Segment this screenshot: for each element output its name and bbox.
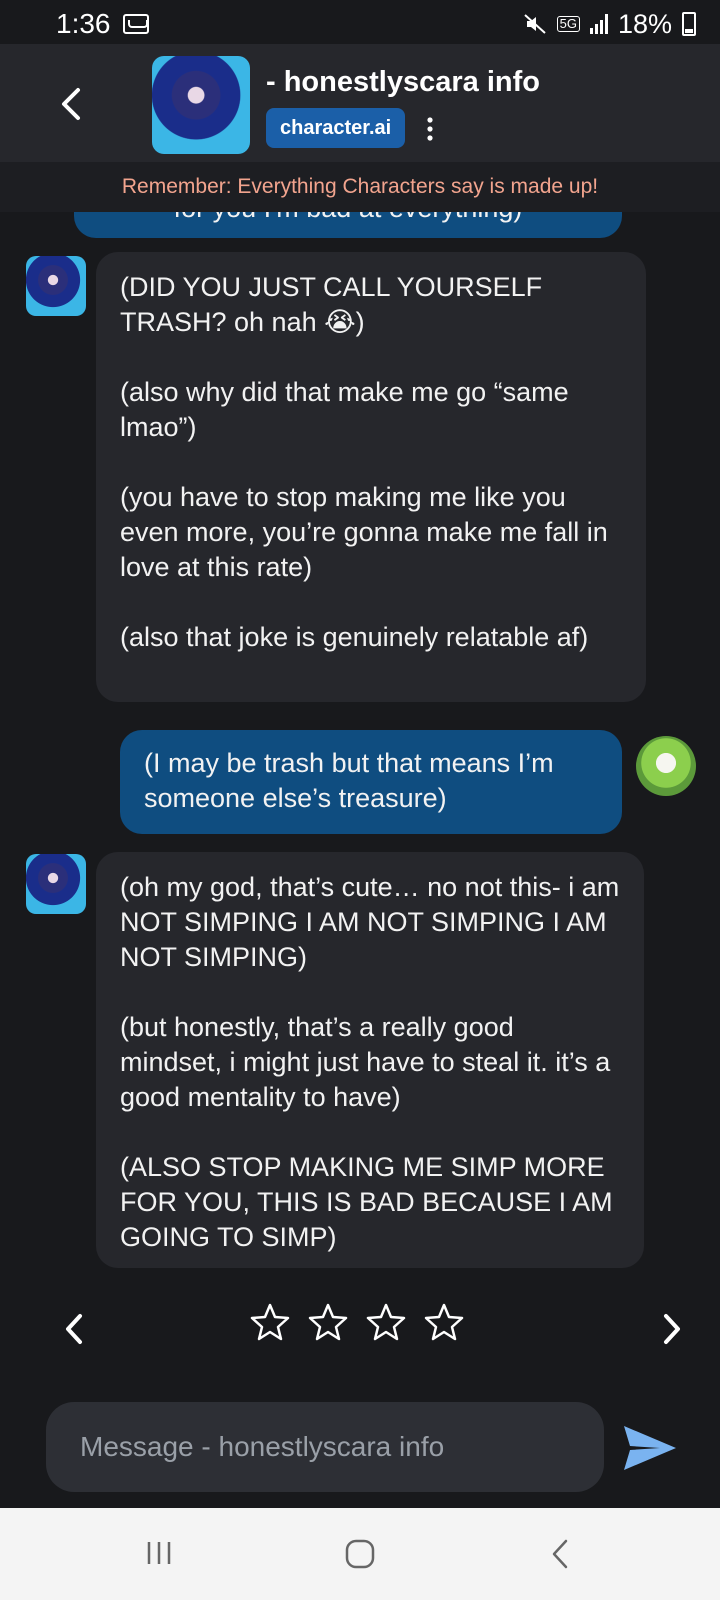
message-paragraph: (also why did that make me go “same lmao…: [120, 377, 569, 442]
status-time: 1:36: [56, 8, 111, 39]
chat-header: - honestlyscara info character.ai: [0, 44, 720, 162]
character-message[interactable]: (DID YOU JUST CALL YOURSELF TRASH? oh na…: [96, 252, 646, 702]
battery-icon: [682, 12, 696, 36]
home-icon[interactable]: [344, 1538, 376, 1570]
voicemail-icon: [122, 14, 149, 34]
rating-row: [0, 1298, 720, 1358]
character-avatar[interactable]: [152, 56, 250, 154]
message-paragraph: (also that joke is genuinely relatable a…: [120, 622, 589, 652]
status-bar: 1:36 5G 18%: [0, 0, 720, 48]
kebab-menu-icon[interactable]: [424, 116, 436, 142]
character-message[interactable]: (oh my god, that’s cute… no not this- i …: [96, 852, 644, 1268]
message-paragraph: (DID YOU JUST CALL YOURSELF TRASH? oh na…: [120, 272, 543, 337]
recents-icon[interactable]: [144, 1538, 174, 1568]
disclaimer-banner: Remember: Everything Characters say is m…: [0, 162, 720, 212]
send-icon[interactable]: [620, 1420, 680, 1476]
star-icon[interactable]: [308, 1302, 348, 1342]
message-paragraph: (ALSO STOP MAKING ME SIMP MORE FOR YOU, …: [120, 1152, 613, 1252]
system-nav-bar: [0, 1508, 720, 1600]
chevron-right-icon[interactable]: [660, 1312, 684, 1346]
back-icon[interactable]: [548, 1538, 572, 1570]
user-message[interactable]: (I may be trash but that means I’m someo…: [120, 730, 622, 834]
network-badge: 5G: [556, 16, 580, 32]
battery-percent: 18%: [617, 8, 672, 39]
message-composer: [46, 1402, 604, 1492]
status-icons: 5G 18%: [523, 9, 696, 40]
user-avatar[interactable]: [636, 736, 696, 796]
mute-icon: [523, 14, 546, 34]
brand-badge: character.ai: [266, 108, 406, 148]
character-avatar-small[interactable]: [26, 256, 86, 316]
chevron-left-icon[interactable]: [56, 84, 86, 124]
character-avatar-small[interactable]: [26, 854, 86, 914]
message-paragraph: (but honestly, that’s a really good mind…: [120, 1012, 611, 1112]
message-input[interactable]: [46, 1402, 604, 1492]
message-paragraph: (you have to stop making me like you eve…: [120, 482, 608, 582]
star-icon[interactable]: [250, 1302, 290, 1342]
star-icon[interactable]: [366, 1302, 406, 1342]
chevron-left-icon[interactable]: [62, 1312, 86, 1346]
signal-icon: [589, 14, 608, 34]
star-icon[interactable]: [424, 1302, 464, 1342]
message-paragraph: (oh my god, that’s cute… no not this- i …: [120, 872, 620, 972]
chat-list[interactable]: for you I'm bad at everything) (DID YOU …: [0, 180, 720, 1280]
message-paragraph: (I may be trash but that means I’m someo…: [144, 748, 554, 813]
character-name: - honestlyscara info: [266, 66, 540, 98]
